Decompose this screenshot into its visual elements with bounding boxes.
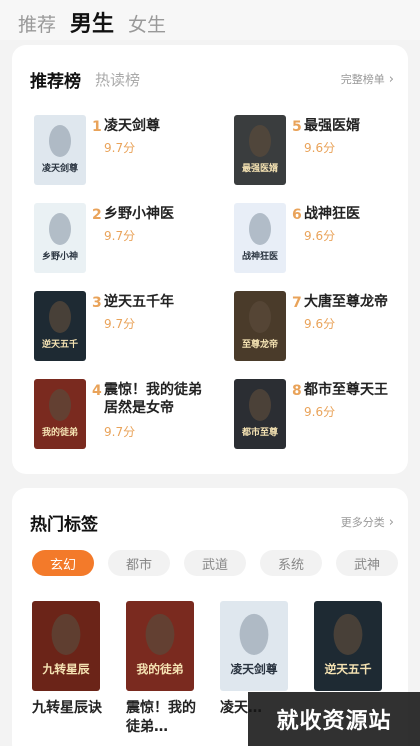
rank-title: 逆天五千年 <box>104 294 174 310</box>
book-cover: 至尊龙帝 <box>234 291 286 361</box>
tab-recommend-list[interactable]: 推荐榜 <box>30 67 81 92</box>
book-cover: 凌天剑尊 <box>34 115 86 185</box>
rank-item[interactable]: 最强医婿 5 最强医婿 9.6分 <box>234 115 414 187</box>
rank-score: 9.6分 <box>304 317 336 331</box>
rank-title: 都市至尊天王 <box>304 382 388 398</box>
tab-hot-list[interactable]: 热读榜 <box>95 69 140 90</box>
rank-score: 9.7分 <box>104 229 136 243</box>
book-cover: 最强医婿 <box>234 115 286 185</box>
rank-title: 战神狂医 <box>304 206 360 222</box>
tag-chip[interactable]: 玄幻 <box>32 550 94 576</box>
book-cover: 都市至尊 <box>234 379 286 449</box>
full-list-label: 完整榜单 <box>340 73 385 86</box>
svg-text:都市至尊: 都市至尊 <box>241 426 278 438</box>
rank-number: 8 <box>292 383 302 399</box>
rank-item[interactable]: 都市至尊 8 都市至尊天王 9.6分 <box>234 379 414 451</box>
svg-text:凌天剑尊: 凌天剑尊 <box>230 662 277 676</box>
more-categories-label: 更多分类 <box>340 516 385 529</box>
hot-tags-title: 热门标签 <box>30 514 98 535</box>
tag-chip[interactable]: 都市 <box>108 550 170 576</box>
chevron-right-icon: › <box>388 71 394 87</box>
rank-score: 9.6分 <box>304 141 336 155</box>
book-cover: 我的徒弟 <box>126 601 194 691</box>
full-list-link[interactable]: 完整榜单 › <box>341 71 394 87</box>
rank-item[interactable]: 凌天剑尊 1 凌天剑尊 9.7分 <box>34 115 214 187</box>
chevron-right-icon: › <box>388 514 394 530</box>
ranking-header: 推荐榜 热读榜 完整榜单 › <box>30 67 394 92</box>
ranking-card: 推荐榜 热读榜 完整榜单 › 凌天剑尊 1 凌天剑尊 9.7分 乡野小神 2 乡野小神医 9.… <box>12 45 408 474</box>
book-cover: 九转星辰 <box>32 601 100 691</box>
rank-item[interactable]: 乡野小神 2 乡野小神医 9.7分 <box>34 203 214 275</box>
tab-female[interactable]: 女生 <box>128 10 166 40</box>
book-cover: 逆天五千 <box>314 601 382 691</box>
tab-male[interactable]: 男生 <box>70 10 114 40</box>
rank-score: 9.7分 <box>104 425 136 439</box>
svg-text:至尊龙帝: 至尊龙帝 <box>242 338 278 350</box>
svg-text:逆天五千: 逆天五千 <box>324 662 371 676</box>
rank-number: 6 <box>292 207 302 223</box>
rank-title: 最强医婿 <box>304 118 360 134</box>
book-cover: 凌天剑尊 <box>220 601 288 691</box>
tag-chip[interactable]: 武神 <box>336 550 398 576</box>
rank-score: 9.7分 <box>104 141 136 155</box>
svg-text:我的徒弟: 我的徒弟 <box>42 426 78 438</box>
top-tab-bar: 推荐 男生 女生 <box>0 0 420 40</box>
rank-item[interactable]: 至尊龙帝 7 大唐至尊龙帝 9.6分 <box>234 291 414 363</box>
rank-item[interactable]: 我的徒弟 4 震惊！我的徒弟居然是女帝 9.7分 <box>34 379 214 451</box>
svg-text:逆天五千: 逆天五千 <box>42 338 78 350</box>
tag-chip[interactable]: 系统 <box>260 550 322 576</box>
svg-text:乡野小神: 乡野小神 <box>42 250 78 262</box>
book-cover: 我的徒弟 <box>34 379 86 449</box>
book-title: 九转星辰诀 <box>32 700 102 716</box>
rank-number: 7 <box>292 295 302 311</box>
tag-chip[interactable]: 武道 <box>184 550 246 576</box>
rank-title: 凌天剑尊 <box>104 118 160 134</box>
rank-number: 3 <box>92 295 102 311</box>
rank-number: 2 <box>92 207 102 223</box>
rank-number: 4 <box>92 383 102 399</box>
svg-text:九转星辰: 九转星辰 <box>41 662 89 676</box>
tag-chips: 玄幻 都市 武道 系统 武神 <box>32 550 398 576</box>
book-cover: 乡野小神 <box>34 203 86 273</box>
book-cover: 战神狂医 <box>234 203 286 273</box>
svg-text:最强医婿: 最强医婿 <box>242 162 279 174</box>
svg-text:我的徒弟: 我的徒弟 <box>136 662 183 676</box>
rank-number: 5 <box>292 119 302 135</box>
hot-tags-header: 热门标签 更多分类 › <box>30 510 394 535</box>
svg-text:战神狂医: 战神狂医 <box>242 250 278 262</box>
tag-book-item[interactable]: 九转星辰 九转星辰诀 <box>32 601 102 718</box>
watermark: 就收资源站 <box>248 692 420 746</box>
rank-title: 乡野小神医 <box>104 206 174 222</box>
rank-title: 震惊！我的徒弟居然是女帝 <box>104 382 202 416</box>
rank-score: 9.7分 <box>104 317 136 331</box>
rank-title: 大唐至尊龙帝 <box>304 294 388 310</box>
tag-book-item[interactable]: 逆天五千 <box>314 601 384 691</box>
rank-score: 9.6分 <box>304 405 336 419</box>
rank-number: 1 <box>92 119 102 135</box>
tag-book-item[interactable]: 我的徒弟震惊！我的徒弟… <box>126 601 196 737</box>
rank-item[interactable]: 战神狂医 6 战神狂医 9.6分 <box>234 203 414 275</box>
svg-text:凌天剑尊: 凌天剑尊 <box>42 162 78 174</box>
tab-recommend[interactable]: 推荐 <box>18 10 56 40</box>
book-title: 震惊！我的徒弟… <box>126 700 196 735</box>
rank-score: 9.6分 <box>304 229 336 243</box>
rank-item[interactable]: 逆天五千 3 逆天五千年 9.7分 <box>34 291 214 363</box>
more-categories-link[interactable]: 更多分类 › <box>341 514 394 530</box>
book-cover: 逆天五千 <box>34 291 86 361</box>
